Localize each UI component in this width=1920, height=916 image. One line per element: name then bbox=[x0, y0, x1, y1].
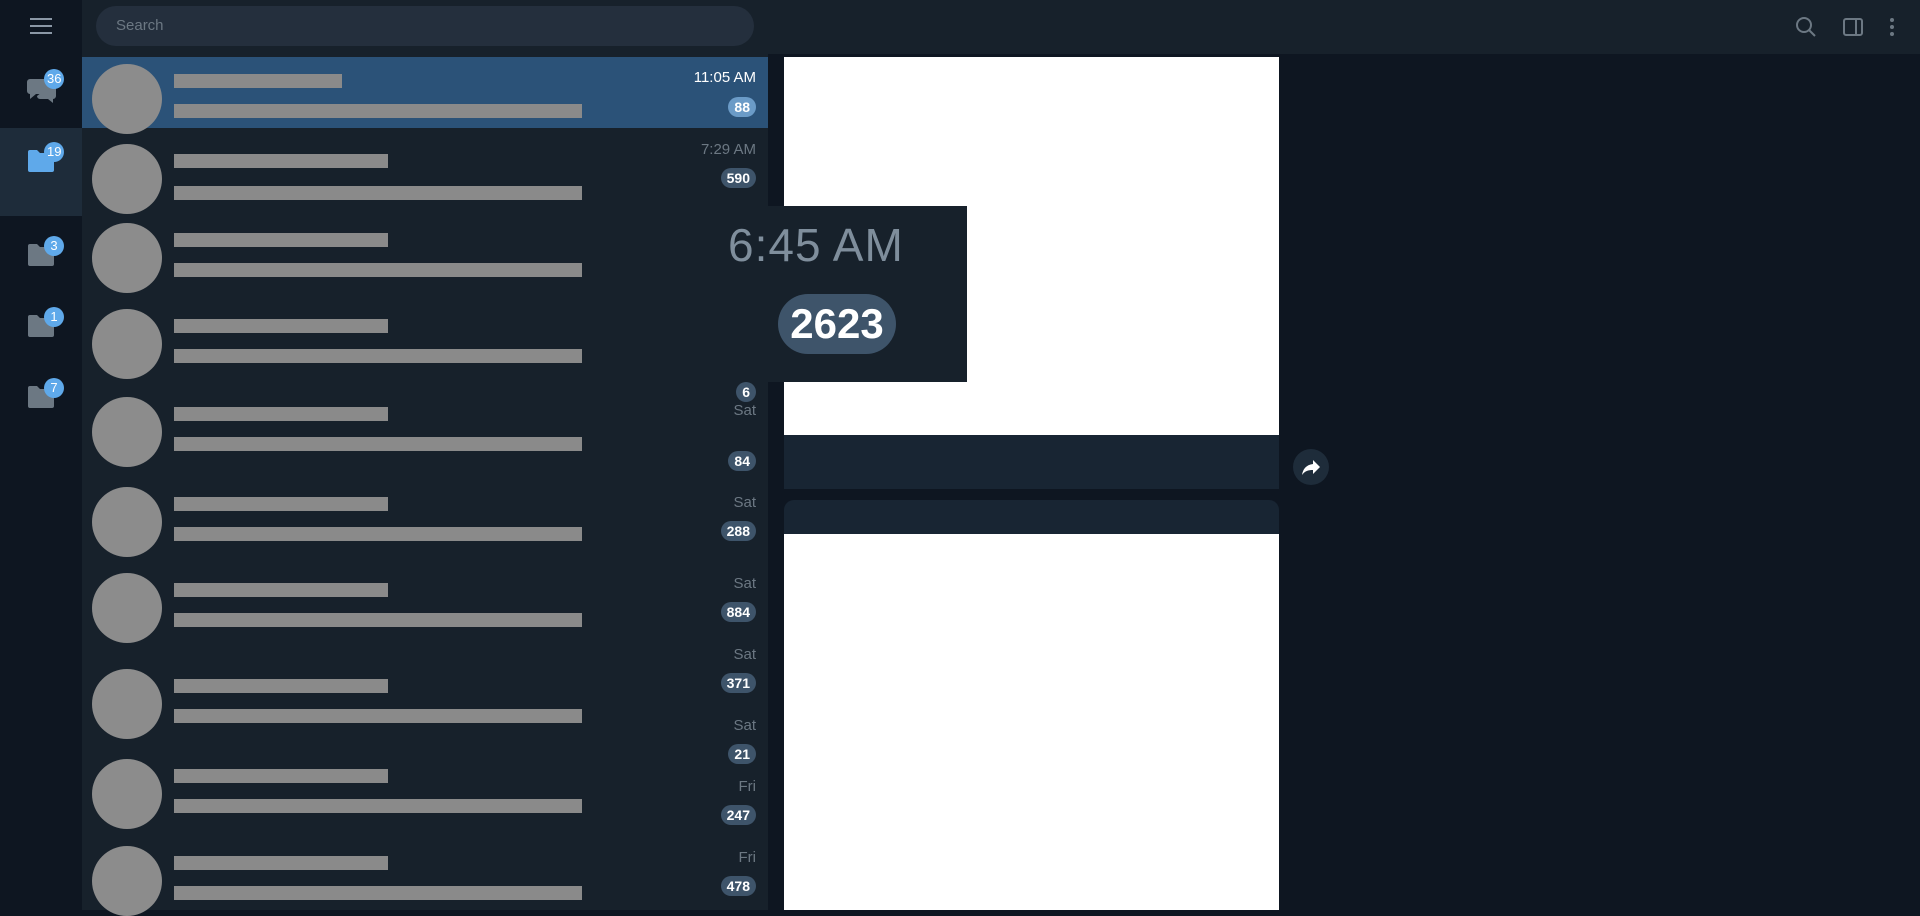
chat-row[interactable]: Sat 84 bbox=[82, 390, 768, 471]
share-button[interactable] bbox=[1293, 449, 1329, 485]
unread-badge: 478 bbox=[720, 876, 756, 896]
unread-badge: 371 bbox=[720, 673, 756, 693]
redacted-preview bbox=[174, 437, 582, 451]
unread-badge: 590 bbox=[720, 168, 756, 188]
folder-1[interactable]: 19 bbox=[0, 128, 82, 216]
chat-time: 7:29 AM bbox=[700, 141, 756, 158]
zoom-overlay: 6:45 AM 2623 bbox=[712, 206, 967, 382]
avatar bbox=[92, 64, 162, 134]
avatar bbox=[92, 223, 162, 293]
redacted-preview bbox=[174, 886, 582, 900]
folder-badge: 1 bbox=[44, 307, 64, 327]
chat-row[interactable]: Sat 884 bbox=[82, 566, 768, 643]
sidebar-toggle-icon[interactable] bbox=[1841, 15, 1865, 39]
folder-badge: 7 bbox=[44, 378, 64, 398]
more-vertical-icon[interactable] bbox=[1886, 15, 1898, 39]
share-icon bbox=[1302, 460, 1320, 475]
chat-row[interactable]: Fri 247 bbox=[82, 768, 768, 839]
unread-badge: 84 bbox=[728, 451, 756, 471]
chat-time: 11:05 AM bbox=[693, 69, 756, 86]
folder-all-chats[interactable]: 36 bbox=[0, 55, 82, 125]
redacted-name bbox=[174, 497, 388, 511]
folder-3[interactable]: 1 bbox=[0, 293, 82, 363]
avatar bbox=[92, 487, 162, 557]
redacted-name bbox=[174, 583, 388, 597]
search-icon[interactable] bbox=[1794, 15, 1818, 39]
chat-time: Sat bbox=[733, 575, 756, 592]
folder-2[interactable]: 3 bbox=[0, 222, 82, 292]
chat-row[interactable]: Fri 478 bbox=[82, 839, 768, 916]
redacted-name bbox=[174, 407, 388, 421]
zoom-unread-badge: 2623 bbox=[778, 294, 896, 354]
chat-time: Sat bbox=[733, 646, 756, 663]
folder-badge: 36 bbox=[44, 69, 65, 89]
chat-row[interactable]: Sat 288 bbox=[82, 480, 768, 557]
unread-badge: 288 bbox=[720, 521, 756, 541]
folder-4[interactable]: 7 bbox=[0, 364, 82, 434]
redacted-name bbox=[174, 856, 388, 870]
redacted-name bbox=[174, 154, 388, 168]
avatar bbox=[92, 846, 162, 916]
redacted-preview bbox=[174, 186, 582, 200]
chat-row[interactable]: Sat 371 bbox=[82, 646, 768, 739]
chat-row[interactable]: 7:29 AM 590 bbox=[82, 128, 768, 214]
unread-badge: 884 bbox=[720, 602, 756, 622]
zoom-time: 6:45 AM bbox=[728, 219, 904, 271]
menu-icon[interactable] bbox=[30, 18, 52, 34]
redacted-preview bbox=[174, 527, 582, 541]
search-input[interactable]: Search bbox=[96, 6, 754, 46]
avatar bbox=[92, 144, 162, 214]
folder-badge: 19 bbox=[44, 142, 65, 162]
redacted-preview bbox=[174, 263, 582, 277]
redacted-preview bbox=[174, 709, 582, 723]
avatar bbox=[92, 397, 162, 467]
redacted-preview bbox=[174, 349, 582, 363]
redacted-name bbox=[174, 74, 342, 88]
folder-sidebar: 36 19 3 1 7 bbox=[0, 0, 82, 910]
redacted-name bbox=[174, 679, 388, 693]
chat-time: Sat bbox=[733, 717, 756, 734]
avatar bbox=[92, 669, 162, 739]
chat-time: Sat bbox=[733, 494, 756, 511]
chat-time: Sat bbox=[733, 402, 756, 419]
chat-row[interactable]: 11:05 AM 88 bbox=[82, 57, 768, 134]
avatar bbox=[92, 573, 162, 643]
redacted-preview bbox=[174, 613, 582, 627]
chat-time: Fri bbox=[738, 849, 757, 866]
redacted-name bbox=[174, 233, 388, 247]
redacted-name bbox=[174, 319, 388, 333]
folder-badge: 3 bbox=[44, 236, 64, 256]
message-footer bbox=[784, 435, 1279, 489]
message-header bbox=[784, 500, 1279, 534]
chat-row[interactable]: 6 bbox=[82, 302, 768, 402]
chat-row[interactable] bbox=[82, 216, 768, 293]
chat-time: Fri bbox=[738, 778, 757, 795]
redacted-preview bbox=[174, 104, 582, 118]
unread-badge: 88 bbox=[728, 97, 756, 117]
avatar bbox=[92, 309, 162, 379]
unread-badge: 247 bbox=[720, 805, 756, 825]
unread-badge: 21 bbox=[728, 744, 756, 764]
message-media[interactable] bbox=[784, 534, 1279, 910]
conversation-header bbox=[768, 0, 1920, 54]
